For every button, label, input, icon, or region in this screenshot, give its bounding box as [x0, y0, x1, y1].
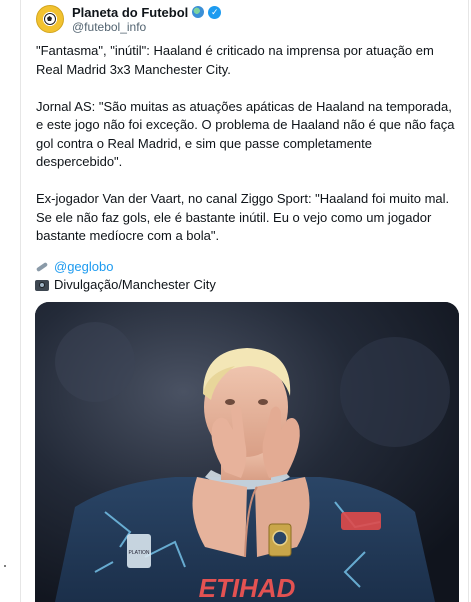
tweet-paragraph: Jornal AS: "São muitas as atuações apáti… [36, 98, 455, 170]
verified-badge-icon: ✓ [208, 5, 222, 19]
sleeve-badge-text: PLATION [128, 550, 149, 556]
globe-icon [192, 6, 205, 18]
author-info: Planeta do Futebol ✓ @futebol_info [72, 5, 222, 34]
tweet-card: Planeta do Futebol ✓ @futebol_info "Fant… [20, 0, 469, 602]
tweet-paragraph: Ex-jogador Van der Vaart, no canal Ziggo… [36, 191, 450, 243]
tweet-header: Planeta do Futebol ✓ @futebol_info [36, 4, 222, 34]
link-icon [35, 260, 49, 274]
credit-row: Divulgação/Manchester City [35, 276, 216, 294]
account-name[interactable]: Planeta do Futebol [72, 5, 188, 20]
tweet-paragraph: "Fantasma", "inútil": Haaland é criticad… [36, 43, 434, 77]
source-link[interactable]: @geglobo [54, 258, 113, 276]
tweet-text: "Fantasma", "inútil": Haaland é criticad… [36, 42, 461, 264]
tweet-photo[interactable]: PLATION ETIHAD [35, 302, 459, 602]
author-name-row[interactable]: Planeta do Futebol ✓ [72, 5, 222, 20]
camera-icon [35, 279, 49, 291]
player-photo: PLATION ETIHAD [35, 302, 459, 602]
shirt-sponsor: ETIHAD [199, 573, 296, 602]
avatar[interactable] [36, 5, 64, 33]
tweet-footer-lines: @geglobo Divulgação/Manchester City [35, 258, 216, 294]
stray-dot [4, 565, 6, 567]
sleeve-patch [341, 512, 381, 530]
soccer-ball-icon [44, 13, 56, 25]
source-row: @geglobo [35, 258, 216, 276]
photo-credit: Divulgação/Manchester City [54, 277, 216, 292]
account-handle[interactable]: @futebol_info [72, 20, 221, 34]
